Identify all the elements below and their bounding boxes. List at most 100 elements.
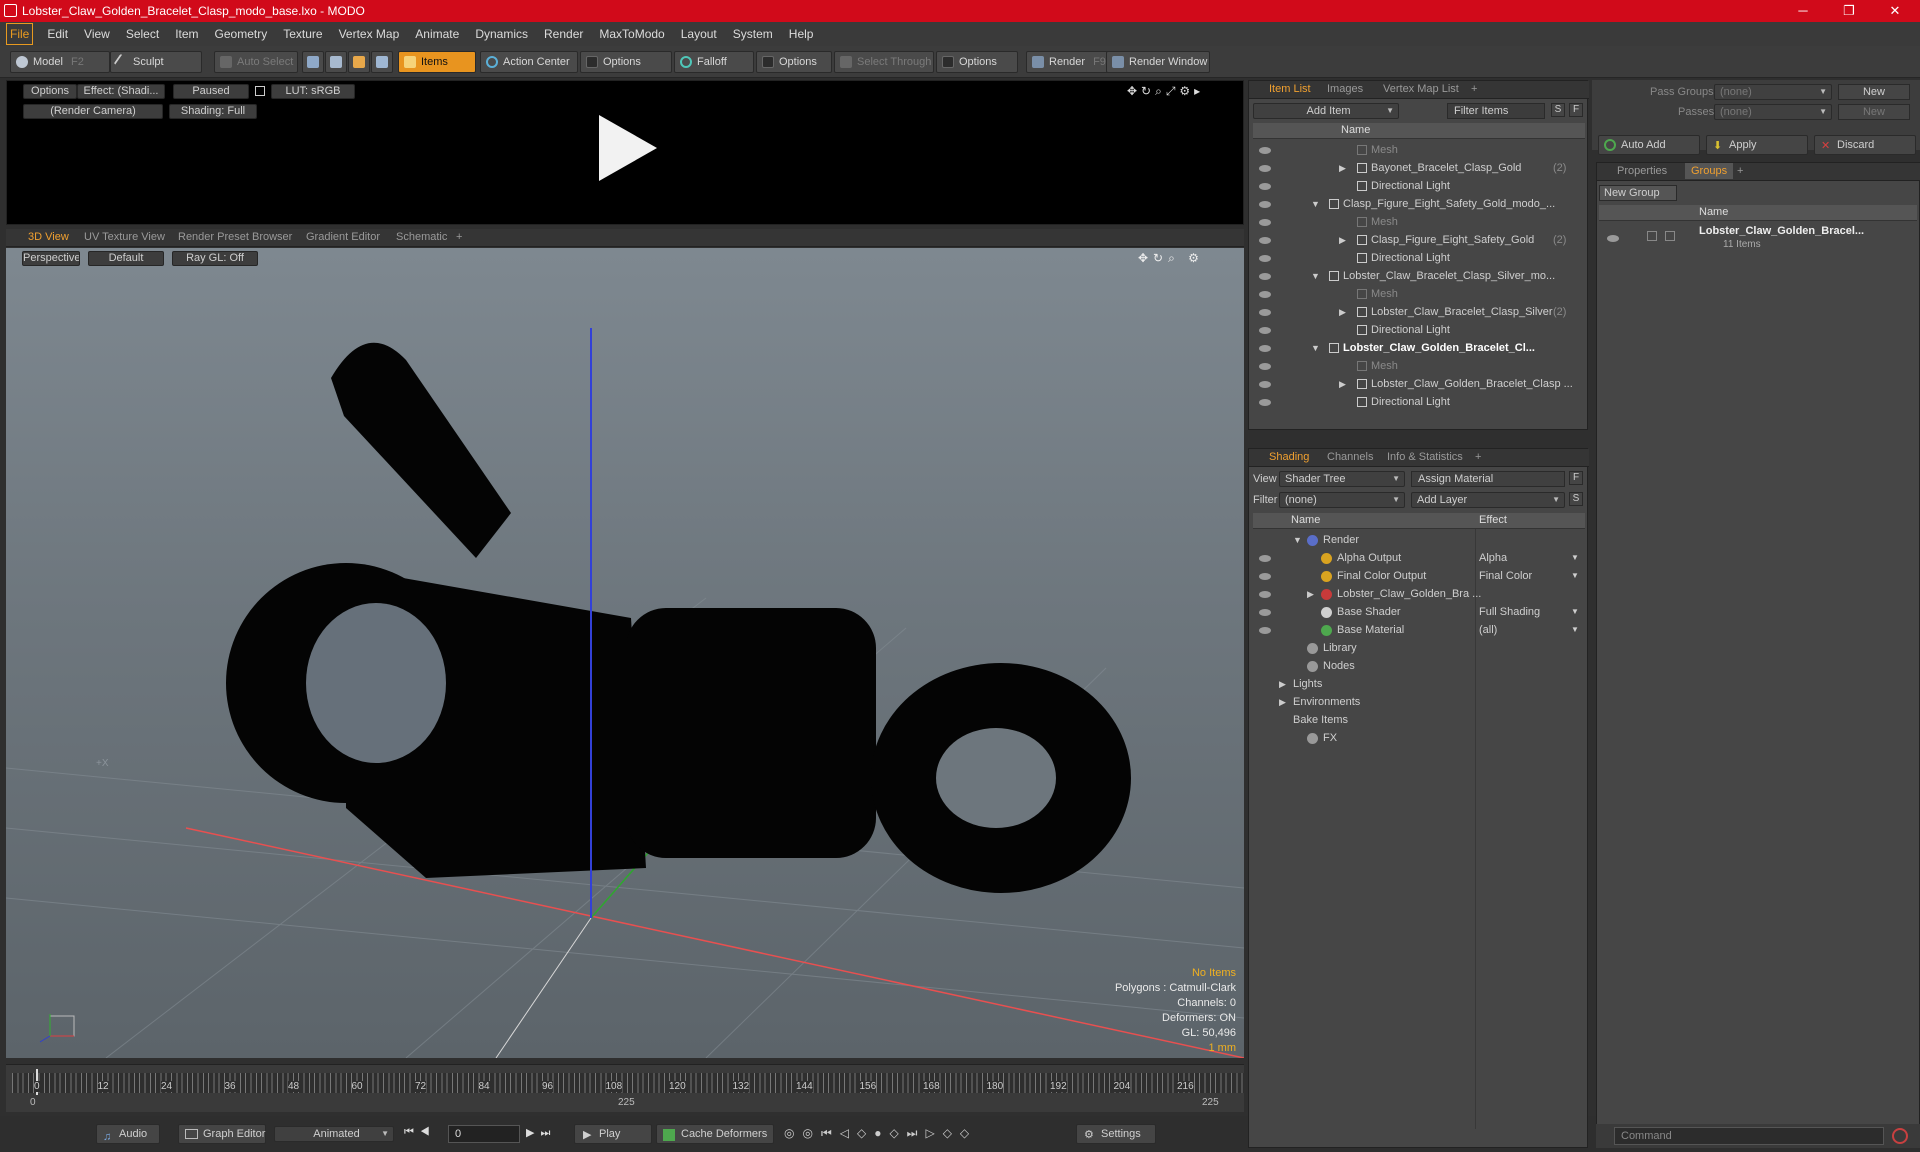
prev-key-icons[interactable]: ⏮◀ (404, 1126, 444, 1139)
lut-dropdown[interactable]: LUT: sRGB (271, 84, 355, 99)
eye-icon[interactable] (1259, 183, 1271, 190)
item-list-row[interactable]: Directional Light (1253, 249, 1585, 267)
tab-schematic[interactable]: Schematic (396, 229, 447, 245)
menu-dynamics[interactable]: Dynamics (467, 24, 536, 44)
filter-items-input[interactable]: Filter Items (1447, 103, 1545, 119)
item-list-row[interactable]: Mesh (1253, 213, 1585, 231)
eye-icon[interactable] (1259, 219, 1271, 226)
eye-icon[interactable] (1259, 591, 1271, 598)
shading-dropdown[interactable]: Shading: Full (169, 104, 257, 119)
menu-render[interactable]: Render (536, 24, 591, 44)
add-tab-button[interactable]: + (456, 229, 462, 245)
shader-tree-row[interactable]: Nodes (1253, 657, 1585, 675)
shader-tree-row[interactable]: ▶ Lobster_Claw_Golden_Bra ... (1253, 585, 1585, 603)
chevron-down-icon[interactable]: ▼ (1571, 621, 1579, 639)
name-column-header[interactable]: Name (1291, 514, 1320, 526)
preview-effect-dropdown[interactable]: Effect: (Shadi... (77, 84, 165, 99)
sculpt-mode-button[interactable]: Sculpt (110, 51, 202, 73)
expand-arrow-icon[interactable]: ▶ (1279, 693, 1286, 711)
item-list-row[interactable]: Directional Light (1253, 321, 1585, 339)
menu-vertex-map[interactable]: Vertex Map (331, 24, 408, 44)
shader-tree-row[interactable]: ▶ Environments (1253, 693, 1585, 711)
menu-file[interactable]: File (6, 23, 34, 45)
add-tab-button[interactable]: + (1475, 449, 1481, 465)
settings-button[interactable]: ⚙ Settings (1076, 1124, 1156, 1144)
expand-arrow-icon[interactable]: ▶ (1307, 585, 1314, 603)
shader-tree-row[interactable]: Base Material (all) ▼ (1253, 621, 1585, 639)
add-layer-dropdown[interactable]: Add Layer (1411, 492, 1565, 508)
expand-arrow-icon[interactable]: ▶ (1279, 675, 1286, 693)
eye-icon[interactable] (1259, 291, 1271, 298)
lock-icon[interactable] (255, 86, 265, 96)
raygl-dropdown[interactable]: Ray GL: Off (172, 251, 258, 266)
timeline[interactable]: 0 12 24 36 48 60 72 84 96 108 120 132 144 156 168 180 19… (6, 1064, 1244, 1112)
shader-tree-row[interactable]: Final Color Output Final Color ▼ (1253, 567, 1585, 585)
eye-icon[interactable] (1259, 363, 1271, 370)
item-list-row[interactable]: Mesh (1253, 285, 1585, 303)
collapse-arrow-icon[interactable]: ▼ (1311, 267, 1320, 285)
shader-tree-row[interactable]: ▶ Lights (1253, 675, 1585, 693)
eye-icon[interactable] (1259, 399, 1271, 406)
eye-icon[interactable] (1607, 235, 1619, 242)
passes-dropdown[interactable]: (none) (1714, 104, 1832, 120)
expand-arrow-icon[interactable]: ▶ (1339, 303, 1346, 321)
menu-geometry[interactable]: Geometry (207, 24, 276, 44)
select-through-options-button[interactable]: Options (936, 51, 1018, 73)
shader-tree-row[interactable]: Library (1253, 639, 1585, 657)
play-button[interactable]: ▶ Play (574, 1124, 652, 1144)
eye-icon[interactable] (1259, 555, 1271, 562)
view-dropdown[interactable]: Shader Tree (1279, 471, 1405, 487)
add-tab-button[interactable]: + (1471, 81, 1477, 97)
menu-texture[interactable]: Texture (275, 24, 330, 44)
tab-channels[interactable]: Channels (1327, 449, 1373, 465)
chevron-down-icon[interactable]: ▼ (1571, 567, 1579, 585)
tab-images[interactable]: Images (1327, 81, 1363, 97)
select-vertices-button[interactable] (302, 51, 324, 73)
tab-vertex-map-list[interactable]: Vertex Map List (1383, 81, 1459, 97)
tab-render-preset-browser[interactable]: Render Preset Browser (178, 229, 292, 245)
render-camera-dropdown[interactable]: (Render Camera) (23, 104, 163, 119)
display-style-dropdown[interactable]: Default (88, 251, 164, 266)
action-center-button[interactable]: Action Center (480, 51, 578, 73)
play-icon[interactable] (591, 113, 661, 183)
shader-tree-row[interactable]: ▼ Render (1253, 531, 1585, 549)
item-list-row[interactable]: ▼ Lobster_Claw_Bracelet_Clasp_Silver_mo..… (1253, 267, 1585, 285)
menu-animate[interactable]: Animate (407, 24, 467, 44)
command-input[interactable]: Command (1614, 1127, 1884, 1145)
menu-select[interactable]: Select (118, 24, 167, 44)
graph-editor-button[interactable]: Graph Editor (178, 1124, 266, 1144)
key-tools-icons[interactable]: ◎◎⏮◁◇●◇⏭▷◇◇ (784, 1126, 1074, 1141)
select-through-button[interactable]: Select Through (834, 51, 934, 73)
viewport-nav-icons[interactable]: ✥↻⌕ ⚙ (1138, 251, 1238, 266)
effect-dropdown[interactable]: Final Color (1479, 567, 1581, 585)
chevron-down-icon[interactable]: ▼ (1571, 549, 1579, 567)
eye-icon[interactable] (1259, 237, 1271, 244)
add-item-dropdown[interactable]: Add Item (1253, 103, 1399, 119)
close-button[interactable]: ✕ (1872, 0, 1918, 22)
preview-paused-button[interactable]: Paused (173, 84, 249, 99)
eye-icon[interactable] (1259, 309, 1271, 316)
select-toggle-icon[interactable] (1665, 231, 1675, 241)
minimize-button[interactable]: ─ (1780, 0, 1826, 22)
menu-edit[interactable]: Edit (39, 24, 76, 44)
record-icon[interactable] (1892, 1128, 1908, 1144)
filter-f-button[interactable]: F (1569, 103, 1583, 117)
preview-nav-icons[interactable]: ✥↻⌕⤢⚙▸ (1127, 84, 1237, 98)
item-list-row[interactable]: ▶ Lobster_Claw_Golden_Bracelet_Clasp ... (1253, 375, 1585, 393)
auto-add-button[interactable]: Auto Add (1598, 135, 1700, 155)
select-edges-button[interactable] (325, 51, 347, 73)
shading-s-button[interactable]: S (1569, 492, 1583, 506)
eye-icon[interactable] (1259, 273, 1271, 280)
new-group-button[interactable]: New Group (1599, 185, 1677, 201)
tab-info-statistics[interactable]: Info & Statistics (1387, 449, 1463, 465)
eye-icon[interactable] (1259, 627, 1271, 634)
select-materials-button[interactable] (371, 51, 393, 73)
name-column-header[interactable]: Name (1341, 124, 1370, 136)
new-pass-button[interactable]: New (1838, 104, 1910, 120)
auto-select-button[interactable]: Auto Select (214, 51, 298, 73)
menu-item[interactable]: Item (167, 24, 206, 44)
item-list-row[interactable]: Directional Light (1253, 177, 1585, 195)
expand-arrow-icon[interactable]: ▶ (1339, 159, 1346, 177)
maximize-button[interactable]: ❐ (1826, 0, 1872, 22)
eye-icon[interactable] (1259, 327, 1271, 334)
